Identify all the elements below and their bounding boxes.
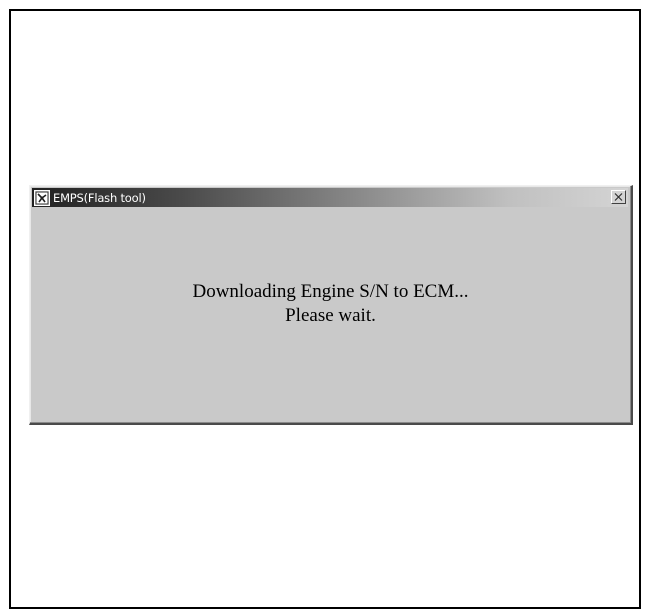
title-bar[interactable]: EMPS(Flash tool) (32, 188, 628, 207)
close-icon (614, 193, 623, 201)
close-button[interactable] (611, 190, 626, 204)
window-title: EMPS(Flash tool) (53, 190, 146, 205)
status-message-line2: Please wait. (285, 305, 376, 326)
progress-dialog: EMPS(Flash tool) Downloading Engine S/N … (29, 185, 633, 425)
status-message-line1: Downloading Engine S/N to ECM... (192, 281, 469, 302)
status-message: Downloading Engine S/N to ECM... Please … (30, 280, 631, 328)
emps-app-icon (34, 189, 50, 206)
